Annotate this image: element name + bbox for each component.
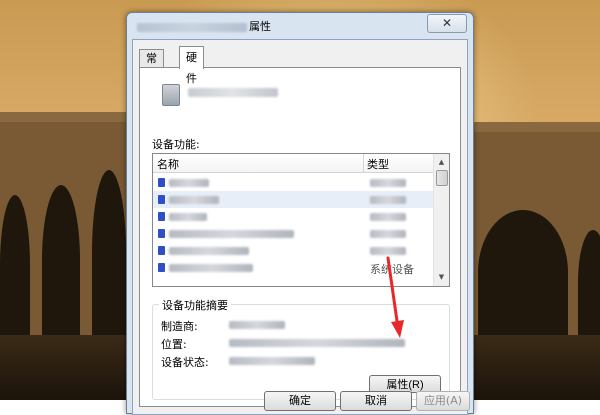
device-row-name-redacted (169, 230, 294, 238)
device-row-icon (158, 178, 165, 187)
device-row-type-redacted (370, 247, 406, 255)
device-row-type-redacted (370, 179, 406, 187)
cancel-button[interactable]: 取消 (340, 391, 412, 411)
column-separator[interactable] (363, 154, 364, 172)
device-row-icon (158, 229, 165, 238)
device-title-redacted (137, 22, 247, 32)
hardware-tab-panel: 设备功能: 名称 类型 系统设备 ▲ ▼ 设备功能摘要 制造商: 位置: 设备状… (139, 67, 461, 407)
device-row-type-redacted (370, 230, 406, 238)
scroll-up-icon[interactable]: ▲ (435, 155, 448, 169)
list-item[interactable] (153, 174, 433, 191)
column-header-name[interactable]: 名称 (157, 156, 179, 172)
device-row-type: 系统设备 (370, 263, 414, 276)
properties-dialog: 属性 ✕ 常规 硬件 设备功能: 名称 类型 (126, 12, 474, 415)
device-row-name-redacted (169, 196, 219, 204)
device-row-icon (158, 195, 165, 204)
location-value-redacted (229, 339, 405, 347)
device-row-icon (158, 212, 165, 221)
device-row-type-redacted (370, 213, 406, 221)
device-row-icon (158, 246, 165, 255)
wallpaper-arch (478, 210, 568, 335)
device-name-redacted (188, 88, 278, 97)
device-row-type-redacted (370, 196, 406, 204)
wallpaper-arch (0, 195, 30, 335)
apply-button[interactable]: 应用(A) (416, 391, 470, 411)
scroll-thumb[interactable] (436, 170, 448, 186)
device-row-name-redacted (169, 247, 249, 255)
device-summary-group: 设备功能摘要 制造商: 位置: 设备状态: 属性(R) (152, 297, 450, 400)
column-header-type[interactable]: 类型 (367, 156, 389, 172)
dialog-client-area: 常规 硬件 设备功能: 名称 类型 (132, 39, 468, 415)
wallpaper-rail (0, 112, 135, 122)
location-label: 位置: (161, 338, 187, 351)
list-item[interactable]: 系统设备 (153, 259, 433, 276)
close-button[interactable]: ✕ (427, 14, 467, 33)
list-item[interactable] (153, 242, 433, 259)
device-status-value-redacted (229, 357, 315, 365)
list-item[interactable] (153, 225, 433, 242)
wallpaper-arch (92, 170, 126, 335)
device-icon (162, 84, 180, 106)
manufacturer-value-redacted (229, 321, 285, 329)
device-functions-label: 设备功能: (152, 138, 200, 151)
summary-title: 设备功能摘要 (159, 297, 231, 313)
list-header: 名称 类型 (153, 154, 433, 173)
tab-general[interactable]: 常规 (139, 49, 164, 83)
tab-hardware[interactable]: 硬件 (179, 46, 204, 85)
device-row-name-redacted (169, 213, 207, 221)
wallpaper-arch (42, 185, 80, 335)
close-icon: ✕ (441, 16, 453, 30)
device-functions-list[interactable]: 名称 类型 系统设备 ▲ ▼ (152, 153, 450, 287)
device-status-label: 设备状态: (161, 356, 209, 369)
window-title-suffix: 属性 (249, 20, 271, 33)
wallpaper-rail (470, 122, 600, 132)
manufacturer-label: 制造商: (161, 320, 198, 333)
ok-button[interactable]: 确定 (264, 391, 336, 411)
device-row-icon (158, 263, 165, 272)
vertical-scrollbar[interactable]: ▲ ▼ (433, 154, 449, 286)
device-row-name-redacted (169, 264, 253, 272)
device-row-name-redacted (169, 179, 209, 187)
list-item[interactable] (153, 208, 433, 225)
window-title: 属性 (137, 18, 271, 34)
wallpaper-arch (578, 230, 600, 335)
list-item[interactable] (153, 191, 433, 208)
title-bar[interactable]: 属性 ✕ (127, 13, 473, 37)
scroll-down-icon[interactable]: ▼ (435, 270, 448, 284)
